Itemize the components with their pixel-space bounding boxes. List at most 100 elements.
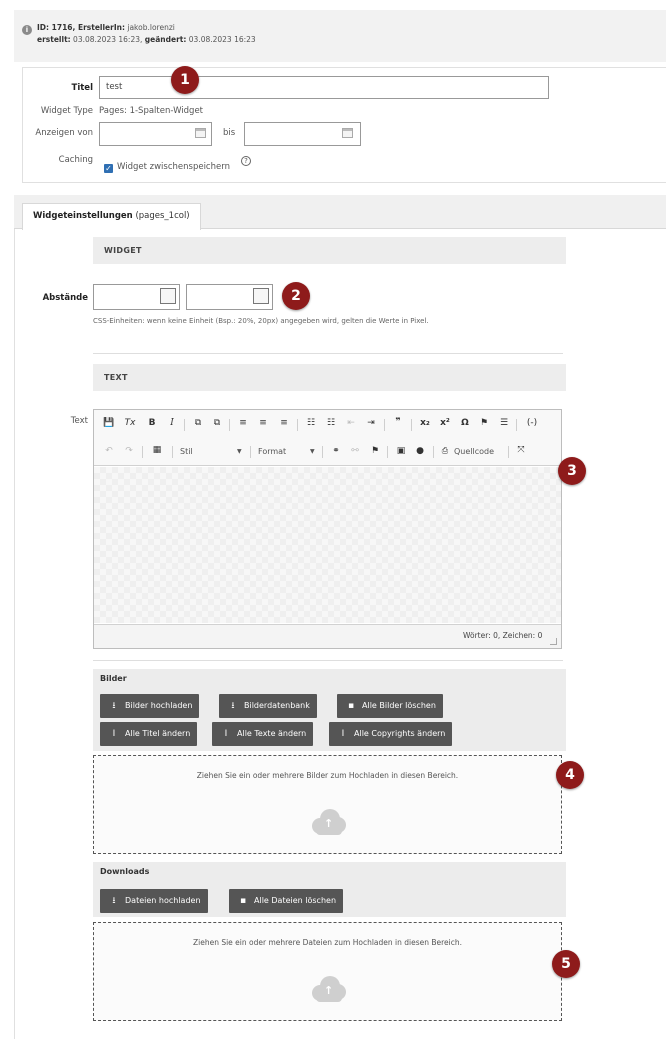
- bulleted-list-icon[interactable]: ☷: [325, 418, 337, 428]
- divider: [93, 660, 563, 661]
- tab-suffix: (pages_1col): [135, 211, 190, 221]
- chevron-down-icon[interactable]: ▼: [310, 448, 315, 455]
- title-input[interactable]: test: [99, 76, 549, 99]
- marker-2: 2: [282, 282, 310, 310]
- editor-content-area[interactable]: [94, 467, 561, 623]
- delete-all-images-label: Alle Bilder löschen: [362, 701, 436, 710]
- flag-icon[interactable]: ⚑: [369, 446, 381, 456]
- images-drop-text: Ziehen Sie ein oder mehrere Bilder zum H…: [196, 771, 459, 780]
- toolbar-separator: [433, 446, 434, 458]
- calendar-icon[interactable]: [195, 128, 206, 138]
- source-button[interactable]: Quellcode: [454, 447, 494, 456]
- toolbar-separator: [516, 419, 517, 431]
- text-field-label: Text: [70, 416, 88, 426]
- toolbar-separator: [384, 419, 385, 431]
- resize-handle-icon[interactable]: [550, 638, 557, 645]
- files-dropzone[interactable]: Ziehen Sie ein oder mehrere Dateien zum …: [93, 922, 562, 1021]
- text-cursor-icon: I: [224, 729, 228, 739]
- help-icon[interactable]: ?: [241, 156, 251, 166]
- toolbar-separator: [508, 446, 509, 458]
- info-created-label: erstellt:: [37, 35, 71, 44]
- tab-widget-settings[interactable]: Widgeteinstellungen (pages_1col): [22, 203, 201, 230]
- caching-checkbox[interactable]: ✓: [104, 164, 113, 173]
- paste-text-icon[interactable]: ⧉: [192, 418, 204, 428]
- italic-button[interactable]: I: [167, 418, 177, 428]
- spacing-hint: CSS-Einheiten: wenn keine Einheit (Bsp.:…: [93, 317, 429, 325]
- change-all-texts-label: Alle Texte ändern: [237, 729, 307, 738]
- anchor-icon[interactable]: ⚑: [478, 418, 490, 428]
- marker-1: 1: [171, 66, 199, 94]
- info-line-dates: erstellt: 03.08.2023 16:23, geändert: 03…: [37, 35, 256, 44]
- table-icon[interactable]: ▦: [150, 445, 164, 455]
- marker-5: 5: [552, 950, 580, 978]
- upload-files-button[interactable]: ⭳ Dateien hochladen: [100, 889, 208, 913]
- spacing-label: Abstände: [42, 293, 88, 303]
- change-all-copyrights-button[interactable]: I Alle Copyrights ändern: [329, 722, 453, 746]
- info-icon: i: [22, 25, 32, 35]
- maximize-icon[interactable]: ⤧: [515, 445, 527, 455]
- toolbar-separator: [142, 446, 143, 458]
- text-cursor-icon: I: [112, 729, 116, 739]
- delete-all-files-label: Alle Dateien löschen: [254, 896, 337, 905]
- info-id-label: ID: 1716, ErstellerIn:: [37, 23, 125, 32]
- align-center-icon[interactable]: ≡: [257, 418, 269, 428]
- upload-images-label: Bilder hochladen: [125, 701, 193, 710]
- bold-button[interactable]: B: [147, 418, 157, 428]
- downloads-title: Downloads: [100, 867, 150, 876]
- remove-format-icon[interactable]: Tx: [123, 418, 137, 428]
- upload-images-button[interactable]: ⭳ Bilder hochladen: [100, 694, 200, 718]
- media-icon[interactable]: ●: [414, 446, 426, 456]
- widget-type-label: Widget Type: [40, 106, 93, 116]
- text-section-header: TEXT: [93, 364, 566, 391]
- toolbar-separator: [184, 419, 185, 431]
- indent-icon[interactable]: ⇥: [365, 418, 377, 428]
- show-blocks-icon[interactable]: (-): [522, 418, 542, 428]
- info-changed-label: geändert:: [144, 35, 187, 44]
- outdent-icon[interactable]: ⇤: [345, 418, 357, 428]
- image-icon[interactable]: ▣: [395, 446, 407, 456]
- info-line-id: ID: 1716, ErstellerIn: jakob.lorenzi: [37, 23, 175, 32]
- calendar-icon[interactable]: [342, 128, 353, 138]
- format-dropdown[interactable]: Format: [258, 447, 286, 456]
- toolbar-separator: [322, 446, 323, 458]
- superscript-icon[interactable]: x²: [438, 418, 452, 428]
- trash-icon: ▪: [347, 701, 355, 711]
- image-database-button[interactable]: ⭳ Bilderdatenbank: [219, 694, 317, 718]
- undo-icon[interactable]: ↶: [103, 446, 115, 456]
- caching-checkbox-label: Widget zwischenspeichern: [117, 162, 230, 172]
- spacing-top-icon: [160, 288, 176, 304]
- toolbar-separator: [387, 446, 388, 458]
- images-title: Bilder: [100, 674, 127, 683]
- horizontal-line-icon[interactable]: ☰: [497, 418, 511, 428]
- spacing-bottom-input[interactable]: [186, 284, 273, 310]
- redo-icon[interactable]: ↷: [123, 446, 135, 456]
- info-created-value: 03.08.2023 16:23,: [73, 35, 143, 44]
- link-icon[interactable]: ⚭: [329, 446, 343, 456]
- title-label: Titel: [71, 83, 93, 93]
- align-left-icon[interactable]: ≡: [237, 418, 249, 428]
- chevron-down-icon[interactable]: ▼: [237, 448, 242, 455]
- special-char-icon[interactable]: Ω: [458, 418, 472, 428]
- source-icon[interactable]: ⎙: [440, 446, 450, 456]
- trash-icon: ▪: [239, 896, 247, 906]
- style-dropdown[interactable]: Stil: [180, 447, 193, 456]
- delete-all-images-button[interactable]: ▪ Alle Bilder löschen: [337, 694, 443, 718]
- blockquote-icon[interactable]: ❞: [391, 417, 405, 427]
- marker-4: 4: [556, 761, 584, 789]
- word-counter: Wörter: 0, Zeichen: 0: [463, 631, 543, 640]
- toolbar-separator: [250, 446, 251, 458]
- align-right-icon[interactable]: ≡: [278, 418, 290, 428]
- upload-files-label: Dateien hochladen: [125, 896, 201, 905]
- delete-all-files-button[interactable]: ▪ Alle Dateien löschen: [229, 889, 344, 913]
- toolbar-separator: [411, 419, 412, 431]
- numbered-list-icon[interactable]: ☷: [305, 418, 317, 428]
- images-dropzone[interactable]: Ziehen Sie ein oder mehrere Bilder zum H…: [93, 755, 562, 854]
- change-all-texts-button[interactable]: I Alle Texte ändern: [212, 722, 314, 746]
- unlink-icon[interactable]: ⚯: [348, 446, 362, 456]
- spacing-top-input[interactable]: [93, 284, 180, 310]
- toolbar-separator: [229, 419, 230, 431]
- change-all-titles-button[interactable]: I Alle Titel ändern: [100, 722, 198, 746]
- paste-word-icon[interactable]: ⧉: [211, 418, 223, 428]
- save-icon[interactable]: 💾: [103, 418, 115, 428]
- subscript-icon[interactable]: x₂: [418, 418, 432, 428]
